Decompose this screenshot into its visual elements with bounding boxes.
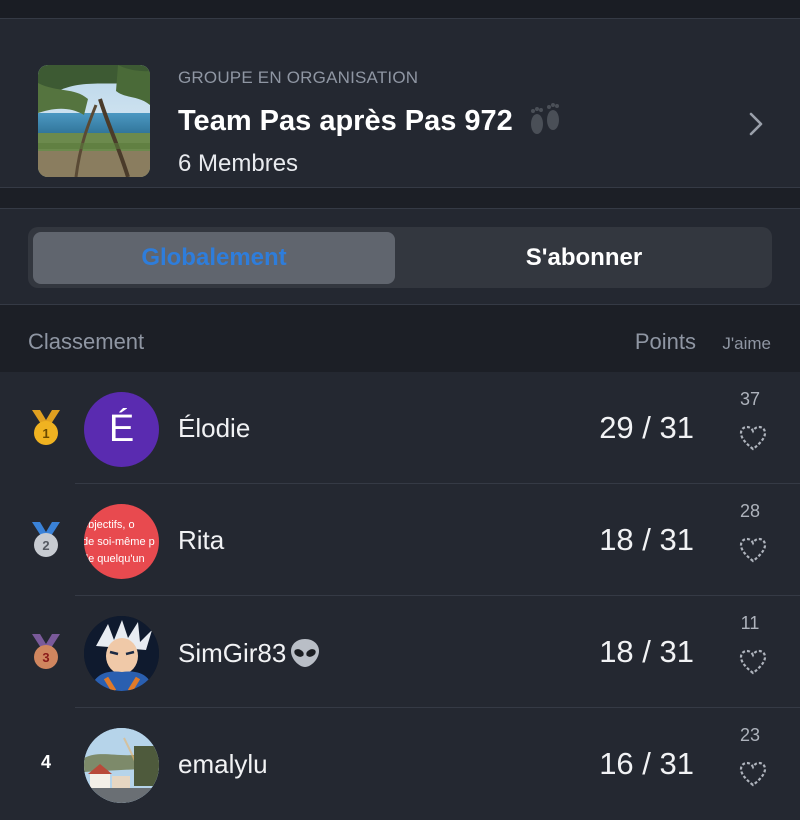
tab-sabonner[interactable]: S'abonner [400,232,768,284]
rank-number: 2 [42,538,49,553]
chevron-right-icon[interactable] [744,111,768,137]
points-column-header: Points [634,329,696,354]
heart-icon[interactable] [738,760,768,788]
member-name-text: Rita [178,525,225,555]
rank-column-header: Classement [28,329,145,354]
likes-count: 23 [739,725,761,745]
leaderboard-row[interactable]: 4 emalylu 16 / 31 23 [0,708,800,820]
member-name-text: emalylu [178,749,268,779]
group-card[interactable]: GROUPE EN ORGANISATION Team Pas après Pa… [0,19,800,188]
heart-icon[interactable] [738,536,768,564]
avatar-text: objectifs, o de soi-même p de quelqu'un [84,517,159,568]
member-name: emalylu [178,749,268,780]
top-bar [0,0,800,19]
members-count: 6 Membres [178,150,299,177]
member-name: Rita [178,525,224,556]
heart-icon[interactable] [738,424,768,452]
segmented-control-area: Globalement S'abonner [0,209,800,305]
avatar[interactable]: É [84,392,159,467]
leaderboard-header: Classement Points J'aime [0,305,800,373]
section-gap [0,188,800,209]
anime-character-image [84,616,159,691]
alien-icon [291,639,320,667]
rank-number: 3 [42,650,49,665]
leaderboard-row[interactable]: 2 objectifs, o de soi-même p de quelqu'u… [0,484,800,596]
member-name-text: Élodie [178,413,251,443]
rank-number: 1 [42,426,49,441]
avatar-text-line: de soi-même p [84,536,155,548]
leaderboard-row[interactable]: 1 É Élodie 29 / 31 37 [0,372,800,484]
avatar[interactable] [84,728,159,803]
town-photo [84,728,159,803]
member-score: 16 / 31 [599,746,694,781]
beach-photo [38,65,150,177]
likes-count: 11 [740,613,760,633]
likes-count: 37 [739,389,761,409]
group-title: Team Pas après Pas 972 [178,102,565,140]
leaderboard-row[interactable]: 3 SimGir83 18 / 31 11 [0,596,800,708]
avatar-initial: É [108,408,135,450]
heart-icon[interactable] [738,648,768,676]
member-name-text: SimGir83 [178,637,287,668]
footprints-icon [530,103,559,134]
silver-medal-icon: 2 [32,522,60,557]
avatar-text-line: de quelqu'un [84,553,145,565]
member-name: Élodie [178,413,250,444]
member-name: SimGir83 [178,637,322,669]
member-score: 18 / 31 [599,634,694,669]
member-score: 29 / 31 [599,410,694,445]
avatar-text-line: objectifs, o [84,519,135,531]
likes-count: 28 [739,501,761,521]
likes-column-header: J'aime [722,334,771,353]
avatar[interactable] [84,616,159,691]
group-photo [38,65,150,177]
group-type-label: GROUPE EN ORGANISATION [178,68,419,87]
group-title-text: Team Pas après Pas 972 [178,104,513,137]
gold-medal-icon: 1 [32,410,60,445]
rank-number: 4 [40,752,51,772]
member-score: 18 / 31 [599,522,694,557]
avatar[interactable]: objectifs, o de soi-même p de quelqu'un [84,504,159,579]
bronze-medal-icon: 3 [32,634,60,669]
tab-globalement[interactable]: Globalement [33,232,395,284]
